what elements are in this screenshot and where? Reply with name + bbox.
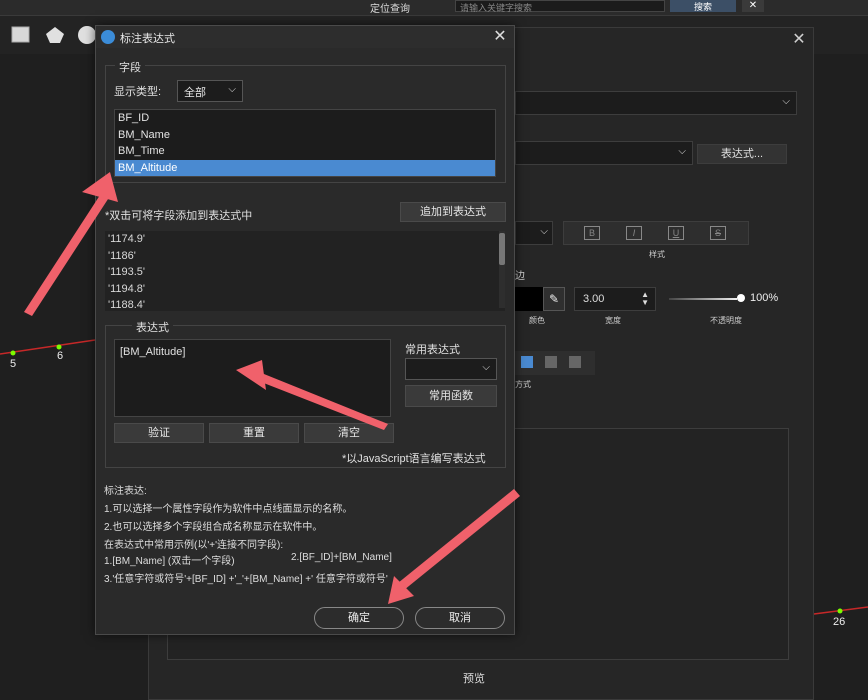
style-caption: 样式 [649, 250, 665, 259]
expression-group: 表达式 [BM_Altitude] 常用表达式 ⌵ 常用函数 验证 重置 清空 … [105, 319, 506, 468]
display-type-select[interactable]: 全部 ⌵ [177, 80, 243, 102]
expression-group-label: 表达式 [132, 319, 173, 335]
align-center-icon[interactable] [545, 356, 557, 368]
value-list-item[interactable]: '1186' [105, 248, 505, 265]
polygon-tool-icon[interactable] [44, 24, 66, 46]
opacity-caption: 不透明度 [710, 316, 742, 325]
value-list-item[interactable]: '1193.5' [105, 264, 505, 281]
opacity-slider[interactable] [669, 298, 737, 300]
search-label: 定位查询 [370, 4, 410, 15]
field-list[interactable]: BF_ID BM_Name BM_Time BM_Altitude [114, 109, 496, 177]
top-bar: 定位查询 请输入关键字搜索 搜索 ✕ [0, 0, 868, 16]
underline-button[interactable]: U [668, 226, 684, 240]
value-list-item[interactable]: '1174.9' [105, 231, 505, 248]
align-caption: 方式 [515, 380, 531, 389]
color-swatch[interactable] [515, 287, 543, 311]
common-expression-select[interactable]: ⌵ [405, 358, 497, 380]
stepper-arrows-icon[interactable]: ▲ ▼ [641, 291, 649, 307]
label-expression-dialog: 标注表达式 ✕ 字段 显示类型: 全部 ⌵ BF_ID BM_Name BM_T… [95, 25, 515, 635]
expression-editor[interactable]: [BM_Altitude] [114, 339, 391, 417]
common-expression-label: 常用表达式 [405, 344, 460, 356]
font-size-select[interactable]: ⌵ [515, 221, 553, 245]
italic-button[interactable]: I [626, 226, 642, 240]
help-example-3: 3.'任意字符或符号'+[BF_ID] +'_'+[BM_Name] +' 任意… [104, 574, 388, 585]
eyedropper-icon[interactable]: ✎ [543, 287, 565, 311]
chevron-down-icon: ⌵ [782, 96, 790, 107]
dialog-title-bar: 标注表达式 ✕ [96, 26, 514, 48]
width-stepper[interactable]: 3.00 ▲ ▼ [574, 287, 656, 311]
map-point-label: 5 [10, 358, 17, 370]
chevron-down-icon: ⌵ [540, 226, 548, 237]
chevron-down-icon: ⌵ [228, 84, 236, 95]
javascript-hint: *以JavaScript语言编写表达式 [342, 453, 486, 465]
app-logo-icon [101, 30, 115, 44]
display-type-value: 全部 [184, 87, 206, 99]
common-functions-button[interactable]: 常用函数 [405, 385, 497, 407]
label-field-select[interactable]: ⌵ [515, 141, 693, 165]
bold-button[interactable]: B [584, 226, 600, 240]
width-caption: 宽度 [605, 316, 621, 325]
scrollbar-thumb[interactable] [499, 233, 505, 265]
help-line: 1.可以选择一个属性字段作为软件中点线面显示的名称。 [104, 504, 353, 515]
cancel-button[interactable]: 取消 [415, 607, 505, 629]
color-caption: 颜色 [529, 316, 545, 325]
help-title: 标注表达: [104, 486, 147, 497]
text-style-group: B I U S [563, 221, 749, 245]
reset-button[interactable]: 重置 [209, 423, 299, 443]
opacity-value: 100% [750, 292, 779, 304]
field-values-list[interactable]: '1174.9' '1186' '1193.5' '1194.8' '1188.… [105, 231, 505, 311]
double-click-hint: *双击可将字段添加到表达式中 [105, 210, 253, 222]
expression-button[interactable]: 表达式... [697, 144, 787, 164]
preview-label: 预览 [463, 673, 485, 685]
help-example-2: 2.[BF_ID]+[BM_Name] [291, 552, 392, 563]
field-list-item[interactable]: BM_Name [115, 127, 495, 144]
rectangle-tool-icon[interactable] [10, 24, 32, 46]
field-list-item[interactable]: BF_ID [115, 110, 495, 127]
field-group: 字段 显示类型: 全部 ⌵ BF_ID BM_Name BM_Time BM_A… [105, 59, 506, 183]
map-point-label: 6 [57, 350, 64, 362]
align-bottom-icon[interactable] [569, 356, 581, 368]
dialog-title: 标注表达式 [120, 33, 175, 45]
add-to-expression-button[interactable]: 追加到表达式 [400, 202, 506, 222]
help-line: 在表达式中常用示例(以'+'连接不同字段): [104, 540, 284, 551]
chevron-down-icon: ⌵ [482, 362, 490, 373]
chevron-down-icon: ⌵ [678, 146, 686, 157]
close-icon[interactable]: ✕ [492, 28, 508, 46]
search-input[interactable]: 请输入关键字搜索 [455, 0, 665, 13]
clear-button[interactable]: 清空 [304, 423, 394, 443]
display-type-label: 显示类型: [114, 86, 162, 98]
close-icon[interactable]: ✕ [742, 0, 764, 12]
map-point-label: 26 [833, 616, 846, 628]
value-list-item[interactable]: '1194.8' [105, 281, 505, 298]
search-button[interactable]: 搜索 [670, 0, 736, 12]
value-list-item[interactable]: '1188.4' [105, 297, 505, 311]
opacity-slider-handle[interactable] [737, 294, 745, 302]
field-list-item-selected[interactable]: BM_Altitude [115, 159, 495, 176]
verify-button[interactable]: 验证 [114, 423, 204, 443]
align-top-icon[interactable] [521, 356, 533, 368]
strikethrough-button[interactable]: S [710, 226, 726, 240]
edge-caption: 边 [515, 271, 525, 282]
field-group-label: 字段 [115, 59, 145, 75]
layer-select[interactable]: ⌵ [515, 91, 797, 115]
field-list-item[interactable]: BM_Time [115, 143, 495, 160]
ok-button[interactable]: 确定 [314, 607, 404, 629]
help-example-1: 1.[BM_Name] (双击一个字段) [104, 556, 235, 567]
close-icon[interactable]: ✕ [791, 32, 807, 48]
help-line: 2.也可以选择多个字段组合成名称显示在软件中。 [104, 522, 323, 533]
values-scrollbar[interactable] [499, 231, 505, 308]
width-value: 3.00 [583, 293, 605, 305]
search-placeholder: 请输入关键字搜索 [460, 3, 533, 13]
alignment-group [515, 351, 595, 375]
